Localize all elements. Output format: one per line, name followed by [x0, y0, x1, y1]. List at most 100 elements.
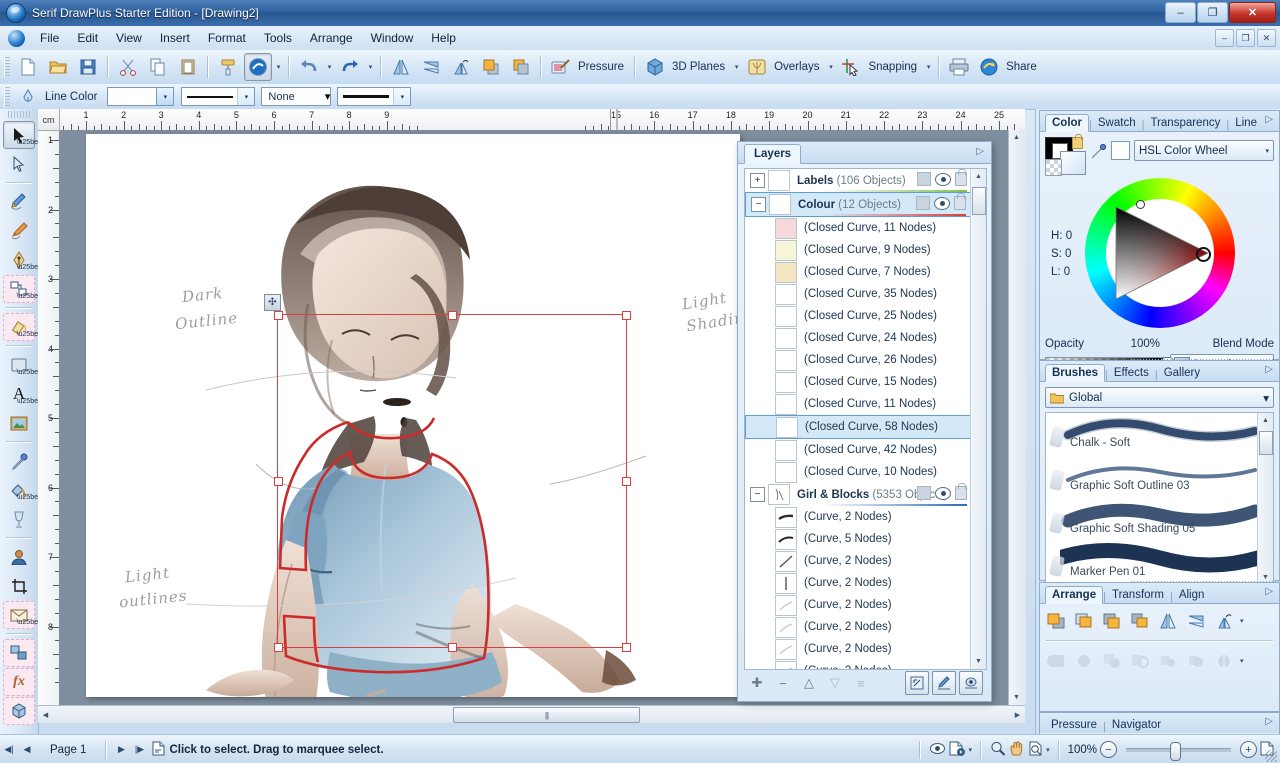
tab-brushes[interactable]: Brushes — [1045, 364, 1105, 382]
vertical-ruler[interactable]: 12345678 — [38, 130, 60, 705]
layer-object-row[interactable]: (Closed Curve, 15 Nodes) — [745, 371, 971, 393]
tool-palette-grip[interactable] — [8, 111, 30, 118]
layer-object-row[interactable]: (Curve, 5 Nodes) — [745, 528, 971, 550]
tab-color[interactable]: Color — [1045, 114, 1089, 132]
layer-visibility-icon[interactable] — [935, 173, 951, 186]
layer-object-row[interactable]: (Closed Curve, 35 Nodes) — [745, 283, 971, 305]
pen-tool[interactable]: \u25be — [3, 246, 35, 274]
layer-object-row[interactable]: (Closed Curve, 42 Nodes) — [745, 439, 971, 461]
transparency-tool[interactable]: \u25be — [3, 476, 35, 504]
color-picker-tool[interactable] — [3, 447, 35, 475]
bring-to-front-button[interactable] — [477, 53, 505, 81]
previous-page-button[interactable]: ◀ — [18, 741, 36, 759]
fill-color-swatch-back[interactable] — [1060, 151, 1086, 175]
fill-tool[interactable]: \u25be — [3, 313, 35, 341]
layers-list-scrollbar[interactable]: ▲ ▼ — [970, 169, 986, 669]
pointer-tool[interactable]: \u25be — [3, 121, 35, 149]
selection-handle-tl[interactable] — [274, 311, 283, 320]
layers-panel-expand-arrow-icon[interactable]: ▷ — [976, 146, 984, 157]
undo-caret-icon[interactable]: ▾ — [324, 55, 335, 79]
add-layer-button[interactable]: ✚ — [744, 672, 770, 694]
layer-object-row[interactable]: (Closed Curve, 26 Nodes) — [745, 349, 971, 371]
3d-perspective-tool[interactable] — [3, 697, 35, 725]
rotate-button[interactable] — [1212, 610, 1236, 632]
layer-object-row[interactable]: (Curve, 2 Nodes) — [745, 594, 971, 616]
no-color-swatch[interactable] — [1045, 159, 1062, 176]
zoom-in-button[interactable]: + — [1240, 741, 1257, 758]
remove-layer-button[interactable]: − — [770, 672, 796, 694]
bring-forward-button[interactable] — [1072, 610, 1096, 632]
tab-navigator[interactable]: Navigator — [1106, 717, 1167, 733]
layers-scroll-up-icon[interactable]: ▲ — [971, 169, 986, 184]
layer-group-row[interactable]: −Girl & Blocks (5353 Objects) — [745, 483, 971, 506]
hue-selector-handle[interactable] — [1136, 200, 1145, 209]
ruler-corner-unit[interactable]: cm — [38, 109, 60, 131]
canvas-vertical-scrollbar[interactable]: ▲ ▼ — [1008, 130, 1026, 705]
layer-object-row[interactable]: (Curve, 2 Nodes) — [745, 616, 971, 638]
brushes-studio-expand-arrow-icon[interactable]: ▷ — [1265, 364, 1273, 375]
layer-color-box[interactable] — [916, 196, 930, 210]
layer-object-row[interactable]: (Closed Curve, 10 Nodes) — [745, 461, 971, 483]
close-button[interactable]: ✕ — [1229, 2, 1276, 23]
pan-tool-button[interactable] — [1009, 741, 1025, 759]
add-shapes-button[interactable] — [1044, 650, 1068, 672]
flip-vertical-button[interactable] — [1184, 610, 1208, 632]
zoom-tool-button[interactable] — [990, 741, 1006, 759]
layer-expander[interactable]: − — [750, 487, 765, 502]
line-end-caret-icon[interactable]: ▾ — [325, 90, 331, 103]
boolean-more-caret-icon[interactable]: ▾ — [1240, 657, 1244, 665]
menu-file[interactable]: File — [31, 28, 68, 48]
overlays-caret-icon[interactable]: ▾ — [825, 55, 836, 79]
tab-line[interactable]: Line — [1229, 115, 1263, 131]
zoom-out-button[interactable]: − — [1100, 741, 1117, 758]
crop-shapes-button[interactable] — [1212, 650, 1236, 672]
layer-lock-icon[interactable] — [955, 172, 967, 186]
hsl-color-wheel[interactable] — [1085, 178, 1235, 328]
layer-manager-button[interactable] — [959, 671, 983, 695]
layer-color-box[interactable] — [917, 172, 931, 186]
picture-tool[interactable] — [3, 409, 35, 437]
layer-expander[interactable]: − — [751, 197, 766, 212]
brush-item-marker-pen-01[interactable]: Marker Pen 01 — [1046, 542, 1273, 585]
divide-shapes-button[interactable] — [1156, 650, 1180, 672]
overlays-button[interactable]: Overlays ▾ — [742, 54, 836, 80]
cut-button[interactable] — [114, 53, 142, 81]
toolbar-grip[interactable] — [4, 57, 10, 77]
brush-category-select[interactable]: Global ▾ — [1045, 387, 1274, 408]
move-layer-up-button[interactable]: △ — [796, 672, 822, 694]
menu-help[interactable]: Help — [422, 28, 465, 48]
canvas-horizontal-scrollbar[interactable]: ◀ ||| ▶ — [38, 705, 1025, 723]
intersect-shapes-button[interactable] — [1100, 650, 1124, 672]
node-tool[interactable] — [3, 150, 35, 178]
selection-handle-mr[interactable] — [622, 477, 631, 486]
exclude-shapes-button[interactable] — [1128, 650, 1152, 672]
move-handle-icon[interactable]: ✣ — [264, 294, 281, 311]
layers-scroll-thumb[interactable] — [972, 187, 986, 215]
tab-align[interactable]: Align — [1173, 587, 1211, 603]
zoom-slider[interactable] — [1126, 748, 1231, 752]
scroll-up-arrow-icon[interactable]: ▲ — [1009, 130, 1024, 145]
layers-list[interactable]: +Labels (106 Objects)−Colour (12 Objects… — [744, 168, 987, 670]
document-page[interactable]: Dark Outline Light Shading Light outline… — [86, 134, 740, 697]
eyedropper-icon[interactable] — [1091, 143, 1107, 159]
layer-object-row[interactable]: (Closed Curve, 11 Nodes) — [745, 217, 971, 239]
selection-handle-bl[interactable] — [274, 643, 283, 652]
line-end-selector[interactable]: None ▾ — [261, 87, 331, 106]
fill-line-color-swatches[interactable] — [1045, 137, 1085, 175]
brush-item-chalk-soft[interactable]: Chalk - Soft — [1046, 413, 1273, 456]
shapes-tool[interactable]: \u25be — [3, 275, 35, 303]
redo-button[interactable] — [336, 53, 364, 81]
rectangle-tool-caret-icon[interactable]: \u25be — [17, 369, 38, 376]
tab-transform[interactable]: Transform — [1106, 587, 1170, 603]
layer-object-row[interactable]: (Curve, 2 Nodes) — [745, 572, 971, 594]
new-document-button[interactable] — [14, 53, 42, 81]
tab-transparency[interactable]: Transparency — [1144, 115, 1226, 131]
paintbrush-tool[interactable] — [3, 217, 35, 245]
brush-list-scrollbar[interactable]: ▲ ▼ — [1257, 413, 1273, 585]
line-color-swatch[interactable]: ▾ — [107, 87, 174, 106]
connector-tool[interactable] — [3, 639, 35, 667]
menu-tools[interactable]: Tools — [255, 28, 301, 48]
layer-object-row[interactable]: (Closed Curve, 24 Nodes) — [745, 327, 971, 349]
send-to-back-button[interactable] — [507, 53, 535, 81]
color-studio-expand-arrow-icon[interactable]: ▷ — [1265, 114, 1273, 125]
